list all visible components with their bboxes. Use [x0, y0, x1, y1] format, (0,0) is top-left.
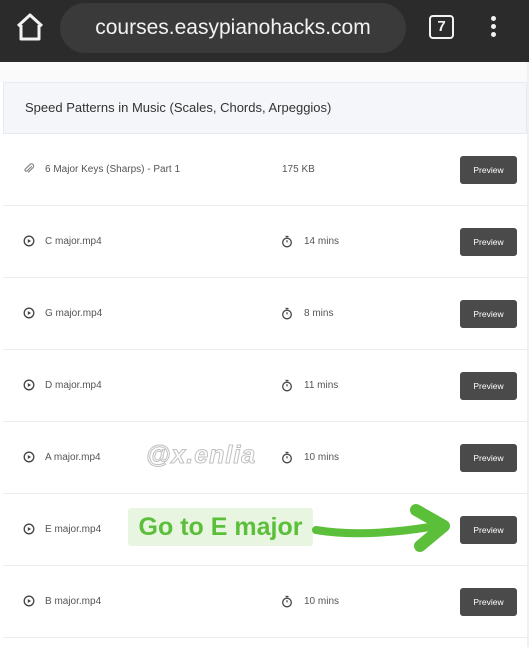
- lesson-row[interactable]: G major.mp4 8 mins Preview: [3, 278, 527, 350]
- stopwatch-icon: [282, 235, 292, 248]
- stopwatch-icon: [282, 307, 292, 320]
- preview-button[interactable]: Preview: [460, 156, 517, 184]
- lesson-title[interactable]: G major.mp4: [45, 278, 102, 350]
- play-circle-icon: [23, 379, 35, 391]
- lesson-title[interactable]: 6 Major Keys (Sharps) - Part 1: [45, 134, 180, 206]
- preview-button[interactable]: Preview: [460, 444, 517, 472]
- stopwatch-icon: [282, 451, 292, 464]
- lesson-duration: 8 mins: [304, 308, 334, 319]
- preview-button[interactable]: Preview: [460, 588, 517, 616]
- lesson-row[interactable]: C major.mp4 14 mins Preview: [3, 206, 527, 278]
- home-icon[interactable]: [14, 12, 46, 42]
- preview-button[interactable]: Preview: [460, 300, 517, 328]
- lesson-duration: 10 mins: [304, 596, 340, 607]
- lesson-row[interactable]: B major.mp4 10 mins Preview: [3, 566, 527, 638]
- lesson-title[interactable]: C major.mp4: [45, 206, 102, 278]
- watermark: @x.enlia: [145, 441, 257, 470]
- lesson-row[interactable]: A major.mp4 10 mins Preview: [3, 422, 527, 494]
- stopwatch-icon: [282, 379, 292, 392]
- preview-button[interactable]: Preview: [460, 372, 517, 400]
- play-circle-icon: [23, 307, 35, 319]
- address-bar[interactable]: courses.easypianohacks.com: [60, 3, 406, 53]
- stopwatch-icon: [282, 595, 292, 608]
- lesson-title[interactable]: B major.mp4: [45, 566, 101, 638]
- section-title: Speed Patterns in Music (Scales, Chords,…: [3, 82, 527, 134]
- lesson-file-size: 175 KB: [282, 164, 315, 175]
- preview-button[interactable]: Preview: [460, 516, 517, 544]
- lesson-title[interactable]: D major.mp4: [45, 350, 102, 422]
- more-vertical-icon[interactable]: [482, 13, 504, 43]
- lesson-title[interactable]: E major.mp4: [45, 494, 101, 566]
- lesson-title[interactable]: A major.mp4: [45, 422, 101, 494]
- paperclip-icon: [24, 163, 35, 173]
- play-circle-icon: [23, 595, 35, 607]
- lesson-duration: 10 mins: [304, 452, 340, 463]
- browser-toolbar: courses.easypianohacks.com 7: [0, 0, 529, 62]
- lesson-duration: 14 mins: [304, 236, 340, 247]
- lesson-row[interactable]: 6 Major Keys (Sharps) - Part 1 175 KB Pr…: [3, 134, 527, 206]
- page-top-gap: [0, 62, 529, 82]
- preview-button[interactable]: Preview: [460, 228, 517, 256]
- play-circle-icon: [23, 523, 35, 535]
- play-circle-icon: [23, 451, 35, 463]
- annotation-label: Go to E major: [128, 508, 313, 546]
- lesson-row[interactable]: D major.mp4 11 mins Preview: [3, 350, 527, 422]
- lesson-duration: 11 mins: [304, 380, 339, 391]
- play-circle-icon: [23, 235, 35, 247]
- tab-switcher-button[interactable]: 7: [429, 15, 454, 39]
- annotation-arrow: [312, 504, 450, 552]
